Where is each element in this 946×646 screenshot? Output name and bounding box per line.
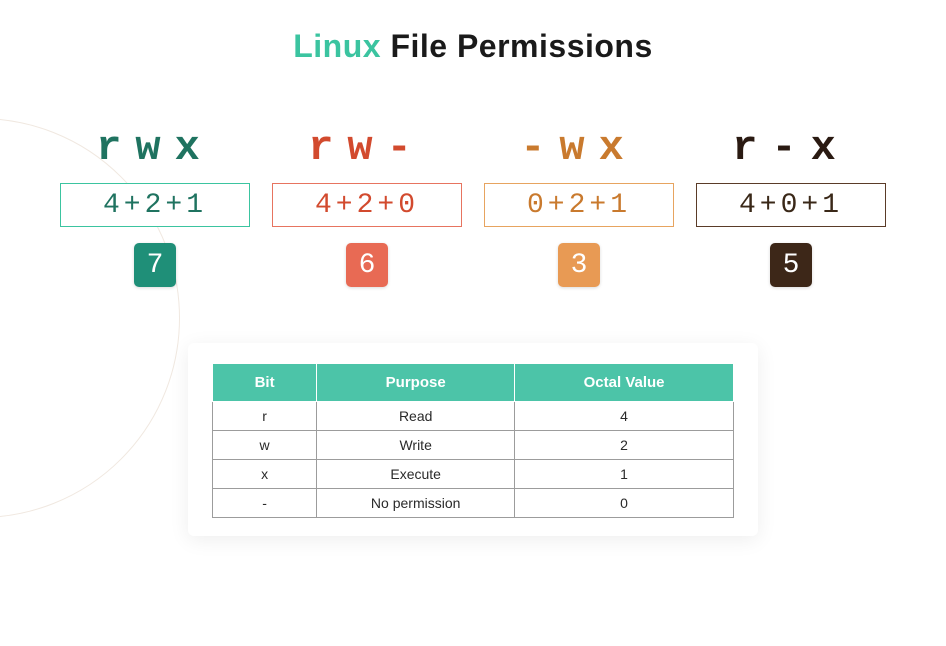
title-accent: Linux [293, 28, 381, 64]
cell-bit: - [213, 489, 317, 518]
cell-bit: r [213, 402, 317, 431]
perm-col-3: r-x 4+0+1 5 [691, 125, 891, 287]
table-row: w Write 2 [213, 431, 734, 460]
perm-sum-3: 4+0+1 [696, 183, 886, 227]
reference-table: Bit Purpose Octal Value r Read 4 w Write… [212, 363, 734, 518]
cell-purpose: Execute [317, 460, 515, 489]
perm-octal-badge-3: 5 [770, 243, 812, 287]
perm-letters-2: -wx [520, 125, 638, 171]
permissions-row: rwx 4+2+1 7 rw- 4+2+0 6 -wx 0+2+1 3 r-x … [0, 125, 946, 287]
title-rest: File Permissions [381, 28, 653, 64]
table-header-row: Bit Purpose Octal Value [213, 364, 734, 402]
cell-purpose: No permission [317, 489, 515, 518]
perm-sum-0: 4+2+1 [60, 183, 250, 227]
th-bit: Bit [213, 364, 317, 402]
perm-letters-3: r-x [732, 125, 850, 171]
perm-sum-1: 4+2+0 [272, 183, 462, 227]
reference-table-card: Bit Purpose Octal Value r Read 4 w Write… [188, 343, 758, 536]
perm-octal-badge-1: 6 [346, 243, 388, 287]
th-octal: Octal Value [515, 364, 734, 402]
perm-octal-badge-0: 7 [134, 243, 176, 287]
cell-purpose: Read [317, 402, 515, 431]
th-purpose: Purpose [317, 364, 515, 402]
table-row: r Read 4 [213, 402, 734, 431]
perm-sum-2: 0+2+1 [484, 183, 674, 227]
cell-octal: 4 [515, 402, 734, 431]
perm-octal-badge-2: 3 [558, 243, 600, 287]
cell-purpose: Write [317, 431, 515, 460]
cell-bit: w [213, 431, 317, 460]
page-title: Linux File Permissions [0, 28, 946, 65]
cell-octal: 2 [515, 431, 734, 460]
table-row: x Execute 1 [213, 460, 734, 489]
perm-col-1: rw- 4+2+0 6 [267, 125, 467, 287]
perm-col-0: rwx 4+2+1 7 [55, 125, 255, 287]
perm-col-2: -wx 0+2+1 3 [479, 125, 679, 287]
cell-bit: x [213, 460, 317, 489]
perm-letters-1: rw- [308, 125, 426, 171]
perm-letters-0: rwx [96, 125, 214, 171]
table-row: - No permission 0 [213, 489, 734, 518]
cell-octal: 1 [515, 460, 734, 489]
cell-octal: 0 [515, 489, 734, 518]
